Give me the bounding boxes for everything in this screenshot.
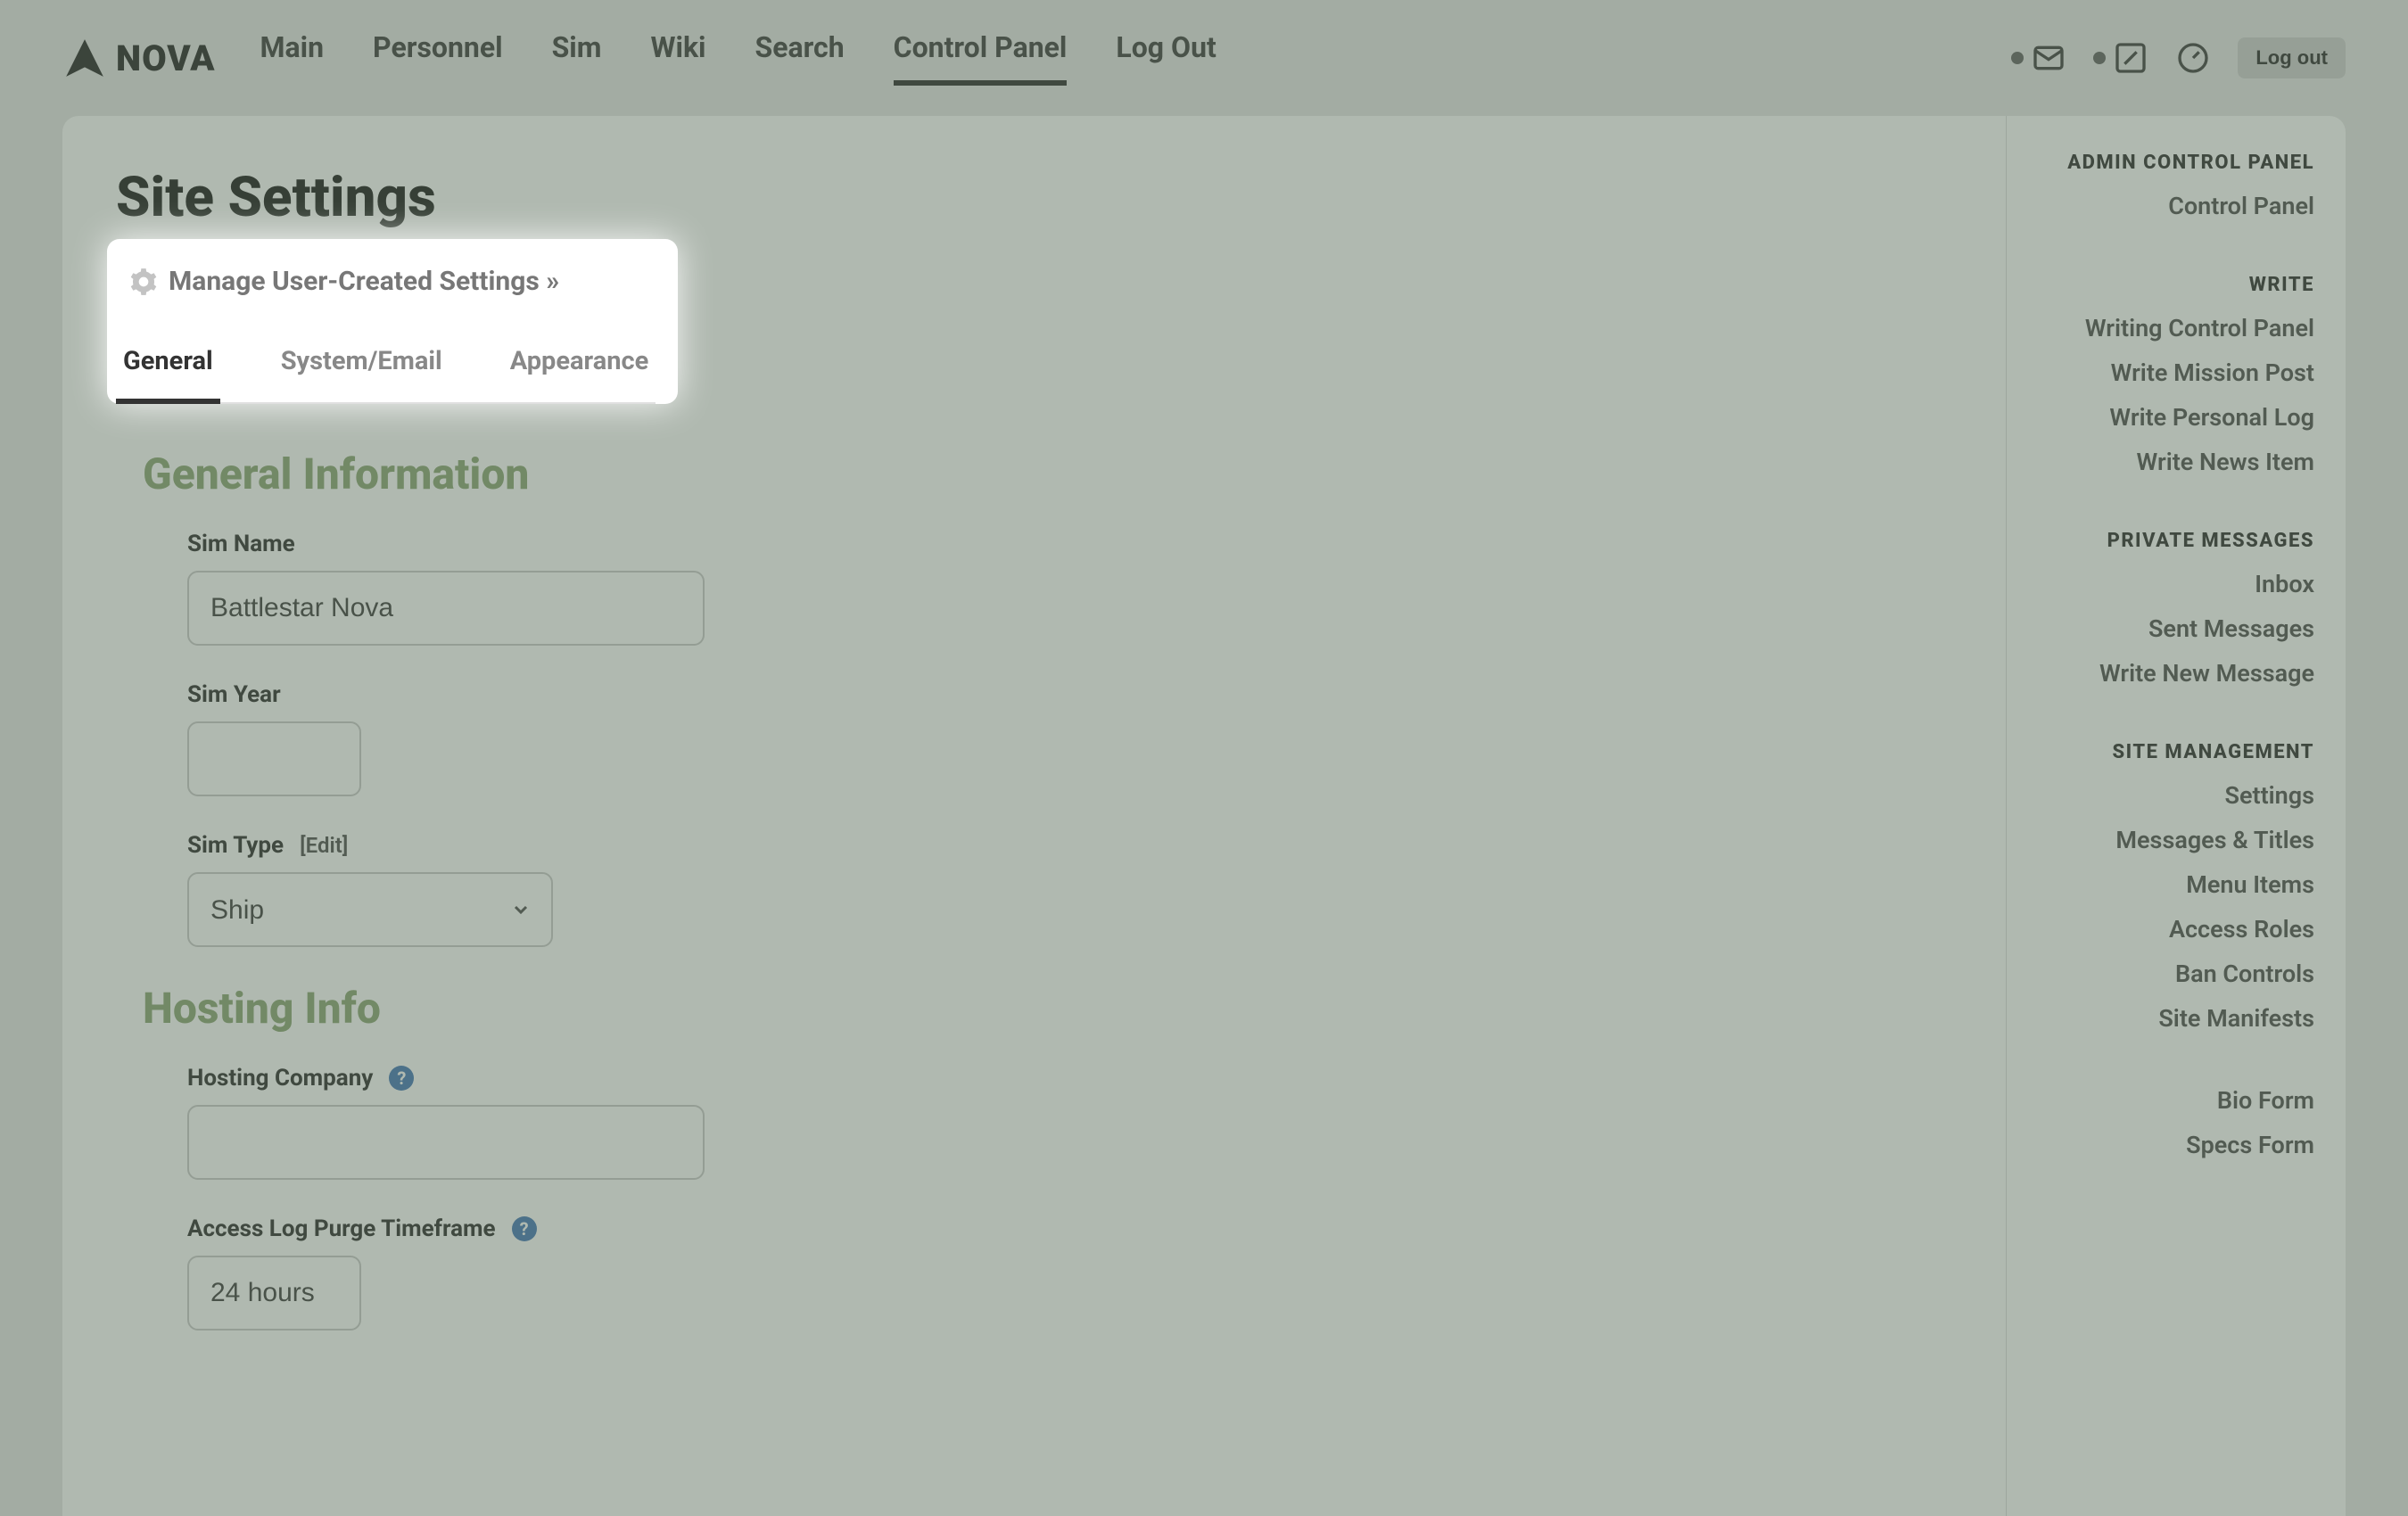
nav-main[interactable]: Main: [260, 30, 325, 86]
badge-dot-icon: [2093, 52, 2106, 64]
nav-right: Log out: [2011, 37, 2346, 78]
sidebar-link-bio-form[interactable]: Bio Form: [2038, 1086, 2314, 1115]
input-hosting-company[interactable]: [187, 1105, 705, 1180]
mail-icon: [2031, 40, 2066, 76]
label-sim-type: Sim Type: [187, 832, 284, 859]
sidebar-link-control-panel[interactable]: Control Panel: [2038, 192, 2314, 220]
input-sim-name[interactable]: [187, 571, 705, 646]
sidebar: ADMIN CONTROL PANEL Control Panel WRITE …: [2007, 116, 2346, 1516]
field-sim-name: Sim Name: [187, 531, 1952, 646]
label-purge-timeframe: Access Log Purge Timeframe: [187, 1215, 496, 1242]
sidebar-link-ban-controls[interactable]: Ban Controls: [2038, 960, 2314, 988]
nav-search[interactable]: Search: [755, 30, 845, 86]
sidebar-link-inbox[interactable]: Inbox: [2038, 570, 2314, 598]
manage-link-text: Manage User-Created Settings »: [169, 266, 559, 297]
gear-icon: [129, 268, 158, 296]
page-title: Site Settings: [116, 165, 1952, 230]
mail-badge[interactable]: [2011, 40, 2066, 76]
nav-items: Main Personnel Sim Wiki Search Control P…: [260, 30, 2012, 86]
sidebar-link-news-item[interactable]: Write News Item: [2038, 448, 2314, 476]
sidebar-heading-pm: PRIVATE MESSAGES: [2038, 530, 2314, 552]
sidebar-link-personal-log[interactable]: Write Personal Log: [2038, 403, 2314, 432]
tab-system-email[interactable]: System/Email: [274, 346, 449, 402]
nav-wiki[interactable]: Wiki: [650, 30, 705, 86]
write-badge[interactable]: [2093, 40, 2148, 76]
label-hosting-company: Hosting Company: [187, 1065, 373, 1092]
pencil-icon: [2113, 40, 2148, 76]
select-sim-type[interactable]: Ship: [187, 872, 553, 947]
nav-logout[interactable]: Log Out: [1116, 30, 1216, 86]
tabs: General System/Email Appearance: [116, 346, 656, 404]
tab-appearance[interactable]: Appearance: [503, 346, 656, 402]
section-general-info: General Information: [143, 449, 1952, 499]
section-hosting-info: Hosting Info: [143, 983, 1952, 1034]
field-purge-timeframe: Access Log Purge Timeframe ?: [187, 1215, 1952, 1331]
sidebar-heading-admin: ADMIN CONTROL PANEL: [2038, 152, 2314, 174]
help-icon[interactable]: ?: [389, 1066, 414, 1091]
sidebar-link-settings[interactable]: Settings: [2038, 781, 2314, 810]
edit-sim-type-link[interactable]: [Edit]: [300, 833, 348, 858]
field-hosting-company: Hosting Company ?: [187, 1065, 1952, 1180]
input-sim-year[interactable]: [187, 721, 361, 796]
sidebar-link-new-msg[interactable]: Write New Message: [2038, 659, 2314, 688]
nav-personnel[interactable]: Personnel: [373, 30, 503, 86]
nav-control-panel[interactable]: Control Panel: [894, 30, 1068, 86]
logo-icon: [62, 36, 107, 80]
top-nav: NOVA Main Personnel Sim Wiki Search Cont…: [0, 0, 2408, 116]
sidebar-heading-site-mgmt: SITE MANAGEMENT: [2038, 741, 2314, 763]
label-sim-name: Sim Name: [187, 531, 1952, 557]
nav-sim[interactable]: Sim: [552, 30, 602, 86]
sidebar-link-menu-items[interactable]: Menu Items: [2038, 870, 2314, 899]
manage-settings-link[interactable]: Manage User-Created Settings »: [116, 257, 573, 306]
logo-text: NOVA: [116, 37, 216, 79]
sidebar-link-messages-titles[interactable]: Messages & Titles: [2038, 826, 2314, 854]
sidebar-heading-write: WRITE: [2038, 274, 2314, 296]
content-area: Site Settings Manage User-Created Settin…: [62, 116, 2007, 1516]
main-container: Site Settings Manage User-Created Settin…: [62, 116, 2346, 1516]
field-sim-year: Sim Year: [187, 681, 1952, 796]
label-sim-year: Sim Year: [187, 681, 1952, 708]
field-sim-type: Sim Type [Edit] Ship: [187, 832, 1952, 947]
sidebar-link-site-manifests[interactable]: Site Manifests: [2038, 1004, 2314, 1033]
tab-general[interactable]: General: [116, 346, 220, 404]
sidebar-link-specs-form[interactable]: Specs Form: [2038, 1131, 2314, 1159]
dashboard-icon[interactable]: [2175, 40, 2211, 76]
logout-button[interactable]: Log out: [2238, 37, 2346, 78]
sidebar-link-mission-post[interactable]: Write Mission Post: [2038, 358, 2314, 387]
sidebar-link-writing-cp[interactable]: Writing Control Panel: [2038, 314, 2314, 342]
logo[interactable]: NOVA: [62, 36, 216, 80]
help-icon[interactable]: ?: [512, 1216, 537, 1241]
sidebar-link-access-roles[interactable]: Access Roles: [2038, 915, 2314, 943]
input-purge-timeframe[interactable]: [187, 1256, 361, 1331]
sidebar-link-sent[interactable]: Sent Messages: [2038, 614, 2314, 643]
badge-dot-icon: [2011, 52, 2024, 64]
